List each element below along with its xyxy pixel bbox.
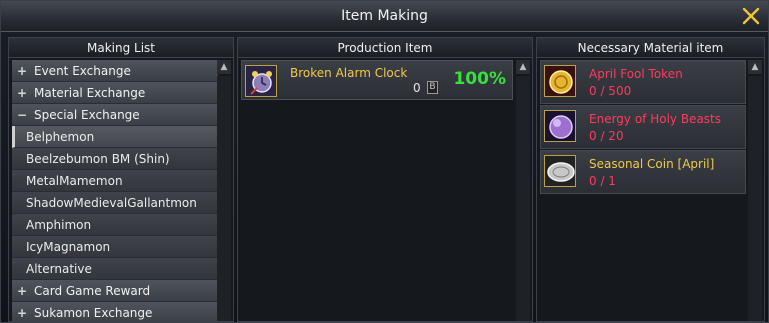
scrollbar[interactable] bbox=[748, 76, 762, 321]
row-label: Material Exchange bbox=[34, 86, 146, 100]
scrollbar[interactable] bbox=[516, 76, 530, 321]
material-item[interactable]: April Fool Token 0 / 500 bbox=[540, 60, 746, 104]
recipe-row[interactable]: ShadowMedievalGallantmon bbox=[12, 192, 218, 214]
row-label: Special Exchange bbox=[34, 108, 140, 122]
materials-header: Necessary Material item bbox=[537, 38, 764, 58]
recipe-row[interactable]: IcyMagnamon bbox=[12, 236, 218, 258]
close-icon[interactable] bbox=[740, 5, 762, 27]
window-title: Item Making bbox=[341, 8, 428, 24]
scrollbar[interactable] bbox=[217, 76, 231, 321]
category-row[interactable]: − Special Exchange bbox=[12, 104, 218, 126]
production-item[interactable]: Broken Alarm Clock 0 B 100% bbox=[241, 60, 513, 100]
production-item-count: 0 bbox=[413, 81, 421, 95]
row-label: Amphimon bbox=[26, 218, 92, 232]
row-label: IcyMagnamon bbox=[26, 240, 111, 254]
material-name: Energy of Holy Beasts bbox=[589, 112, 721, 126]
material-quantity: 0 / 20 bbox=[589, 129, 624, 143]
purple-orb-icon bbox=[544, 110, 576, 142]
expand-icon[interactable]: + bbox=[17, 82, 34, 103]
materials-list: April Fool Token 0 / 500 Energy of Holy … bbox=[540, 60, 746, 195]
recipe-row[interactable]: Alternative bbox=[12, 258, 218, 280]
title-bar[interactable]: Item Making bbox=[1, 1, 768, 32]
making-list-panel: Making List + Event Exchange + Material Exc… bbox=[8, 37, 234, 323]
recipe-row[interactable]: MetalMamemon bbox=[12, 170, 218, 192]
item-making-window: Item Making Making List + Event Exchange +… bbox=[0, 0, 769, 323]
expand-icon[interactable]: + bbox=[17, 60, 34, 81]
recipe-row[interactable]: Belphemon bbox=[12, 126, 218, 148]
material-quantity: 0 / 500 bbox=[589, 84, 632, 98]
material-quantity: 0 / 1 bbox=[589, 174, 616, 188]
production-header: Production Item bbox=[238, 38, 532, 58]
recipe-row[interactable]: Beelzebumon BM (Shin) bbox=[12, 148, 218, 170]
row-label: Card Game Reward bbox=[34, 284, 151, 298]
material-name: Seasonal Coin [April] bbox=[589, 157, 715, 171]
row-label: ShadowMedievalGallantmon bbox=[26, 196, 197, 210]
row-label: Belphemon bbox=[26, 130, 95, 144]
gold-token-icon bbox=[544, 65, 576, 97]
scroll-up-icon[interactable]: ▲ bbox=[748, 60, 762, 74]
bound-badge: B bbox=[427, 81, 438, 94]
row-label: MetalMamemon bbox=[26, 174, 123, 188]
alarm-clock-icon bbox=[245, 65, 277, 97]
making-list-header: Making List bbox=[9, 38, 233, 58]
row-label: Alternative bbox=[26, 262, 92, 276]
recipe-row[interactable]: Amphimon bbox=[12, 214, 218, 236]
row-label: Event Exchange bbox=[34, 64, 131, 78]
materials-panel: Necessary Material item April Fool Token… bbox=[536, 37, 765, 322]
material-item[interactable]: Seasonal Coin [April] 0 / 1 bbox=[540, 150, 746, 194]
category-row[interactable]: + Material Exchange bbox=[12, 82, 218, 104]
production-panel: Production Item Broken Alarm Clock 0 B 1… bbox=[237, 37, 533, 322]
collapse-icon[interactable]: − bbox=[17, 104, 34, 125]
expand-icon[interactable]: + bbox=[17, 302, 34, 323]
category-row[interactable]: + Event Exchange bbox=[12, 60, 218, 82]
row-label: Beelzebumon BM (Shin) bbox=[26, 152, 170, 166]
making-list: + Event Exchange + Material Exchange − Specia… bbox=[12, 60, 218, 323]
category-row[interactable]: + Sukamon Exchange bbox=[12, 302, 218, 323]
material-item[interactable]: Energy of Holy Beasts 0 / 20 bbox=[540, 105, 746, 149]
success-rate: 100% bbox=[453, 69, 506, 89]
production-item-name: Broken Alarm Clock bbox=[290, 66, 408, 80]
silver-coin-icon bbox=[544, 155, 576, 187]
category-row[interactable]: + Card Game Reward bbox=[12, 280, 218, 302]
scroll-up-icon[interactable]: ▲ bbox=[516, 60, 530, 74]
material-name: April Fool Token bbox=[589, 67, 683, 81]
expand-icon[interactable]: + bbox=[17, 280, 34, 301]
scroll-up-icon[interactable]: ▲ bbox=[217, 60, 231, 74]
row-label: Sukamon Exchange bbox=[34, 306, 153, 320]
